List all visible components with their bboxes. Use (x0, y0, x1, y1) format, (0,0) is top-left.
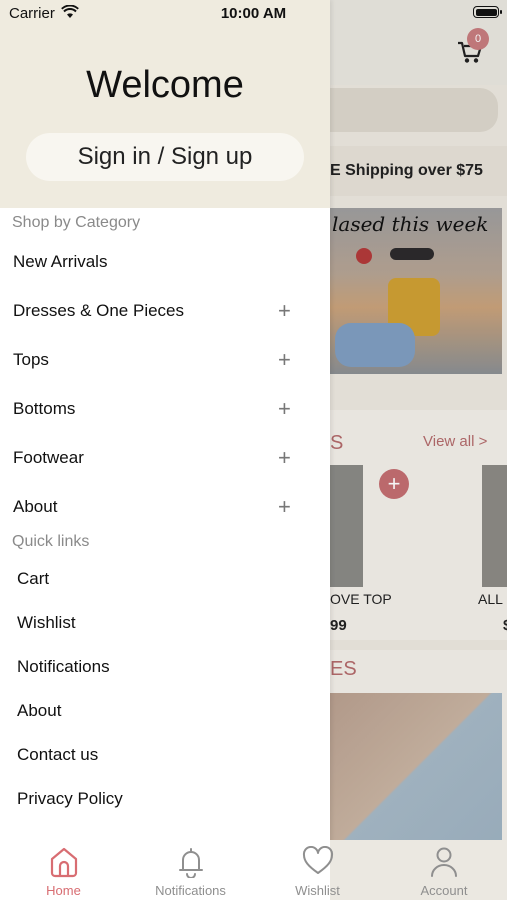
expand-plus-icon[interactable]: + (278, 396, 291, 422)
quick-link-cart[interactable]: Cart (17, 569, 49, 589)
quick-link-privacy-policy[interactable]: Privacy Policy (17, 789, 123, 809)
side-drawer: Welcome Sign in / Sign up Shop by Catego… (0, 0, 330, 900)
quick-link-wishlist[interactable]: Wishlist (17, 613, 76, 633)
clock: 10:00 AM (220, 5, 287, 22)
tab-wishlist[interactable]: Wishlist (254, 840, 381, 900)
category-label: Footwear (13, 448, 84, 467)
expand-plus-icon[interactable]: + (278, 347, 291, 373)
expand-plus-icon[interactable]: + (278, 298, 291, 324)
expand-plus-icon[interactable]: + (278, 445, 291, 471)
bell-icon (178, 848, 203, 878)
tab-label: Notifications (155, 883, 226, 898)
category-label: Tops (13, 350, 49, 369)
tab-label: Home (46, 883, 81, 898)
category-about[interactable]: About + (0, 487, 330, 531)
drawer-scrim[interactable] (330, 0, 507, 900)
shop-by-category-label: Shop by Category (12, 214, 141, 231)
welcome-title: Welcome (86, 64, 244, 106)
quick-link-contact[interactable]: Contact us (17, 745, 98, 765)
category-label: New Arrivals (13, 252, 108, 271)
person-icon (431, 847, 457, 877)
category-tops[interactable]: Tops + (0, 340, 330, 384)
tab-account[interactable]: Account (381, 840, 507, 900)
expand-plus-icon[interactable]: + (278, 494, 291, 520)
heart-icon (302, 846, 333, 874)
tab-bar: Home Notifications Wishlist Account (0, 840, 507, 900)
category-dresses[interactable]: Dresses & One Pieces + (0, 291, 330, 335)
tab-home[interactable]: Home (0, 840, 127, 900)
home-icon (50, 847, 77, 878)
quick-links-label: Quick links (12, 533, 90, 550)
category-label: Bottoms (13, 399, 76, 418)
quick-link-about[interactable]: About (17, 701, 61, 721)
category-label: Dresses & One Pieces (13, 301, 185, 320)
category-bottoms[interactable]: Bottoms + (0, 389, 330, 433)
tab-label: Wishlist (295, 883, 340, 898)
tab-label: Account (420, 883, 468, 898)
category-footwear[interactable]: Footwear + (0, 438, 330, 482)
drawer-header: Welcome Sign in / Sign up (0, 0, 330, 208)
quick-link-notifications[interactable]: Notifications (17, 657, 110, 677)
sign-in-button[interactable]: Sign in / Sign up (26, 133, 304, 181)
battery-icon (473, 6, 502, 18)
status-bar: Carrier 10:00 AM (0, 0, 507, 28)
category-label: About (13, 497, 58, 516)
category-new-arrivals[interactable]: New Arrivals (0, 242, 330, 286)
tab-notifications[interactable]: Notifications (127, 840, 254, 900)
